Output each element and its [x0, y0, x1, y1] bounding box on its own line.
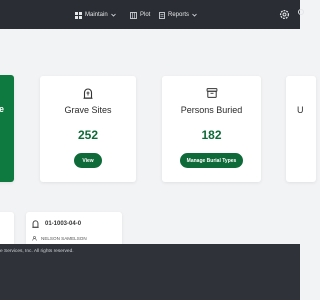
person-icon [32, 236, 37, 241]
partial-card-title: U [297, 105, 304, 115]
footer-copyright: e Services, Inc. All rights reserved. [0, 249, 74, 254]
nav-reports-label: Reports [168, 12, 190, 18]
tombstone-icon [32, 220, 39, 228]
plot-person-row: NELSON SAMELSON [32, 236, 87, 241]
plot-card-header: 01-1003-04-0 [32, 220, 81, 228]
manage-burial-types-button[interactable]: Manage Burial Types [180, 153, 243, 168]
persons-buried-card: Persons Buried 182 Manage Burial Types [162, 76, 261, 182]
nav-plot-label: Plot [140, 12, 151, 18]
plot-person-name: NELSON SAMELSON [41, 236, 87, 241]
grave-sites-title: Grave Sites [64, 105, 112, 115]
grave-sites-count: 252 [77, 128, 99, 142]
persons-buried-title: Persons Buried [180, 105, 243, 115]
partial-green-card[interactable]: e [0, 75, 14, 182]
chevron-down-icon [110, 13, 116, 17]
tombstone-icon [83, 88, 93, 99]
grid-icon [75, 11, 82, 19]
view-grave-sites-button[interactable]: View [74, 153, 102, 168]
map-icon [130, 11, 137, 19]
user-icon[interactable] [296, 8, 306, 21]
archive-box-icon [206, 88, 217, 98]
nav-maintain-menu[interactable]: Maintain [75, 9, 116, 21]
partial-card-letter: e [0, 104, 5, 114]
nav-plot-link[interactable]: Plot [130, 9, 150, 21]
page-footer: e Services, Inc. All rights reserved. [0, 244, 300, 300]
report-icon [159, 11, 165, 19]
top-nav-bar: Maintain Plot Reports [0, 0, 304, 29]
nav-maintain-label: Maintain [85, 12, 108, 18]
gear-icon[interactable] [278, 8, 291, 21]
plot-id: 01-1003-04-0 [45, 221, 82, 227]
chevron-down-icon [192, 13, 197, 17]
persons-buried-count: 182 [201, 128, 222, 142]
nav-reports-menu[interactable]: Reports [159, 9, 197, 21]
partial-right-card: U [286, 76, 316, 182]
grave-sites-card: Grave Sites 252 View [40, 76, 136, 182]
